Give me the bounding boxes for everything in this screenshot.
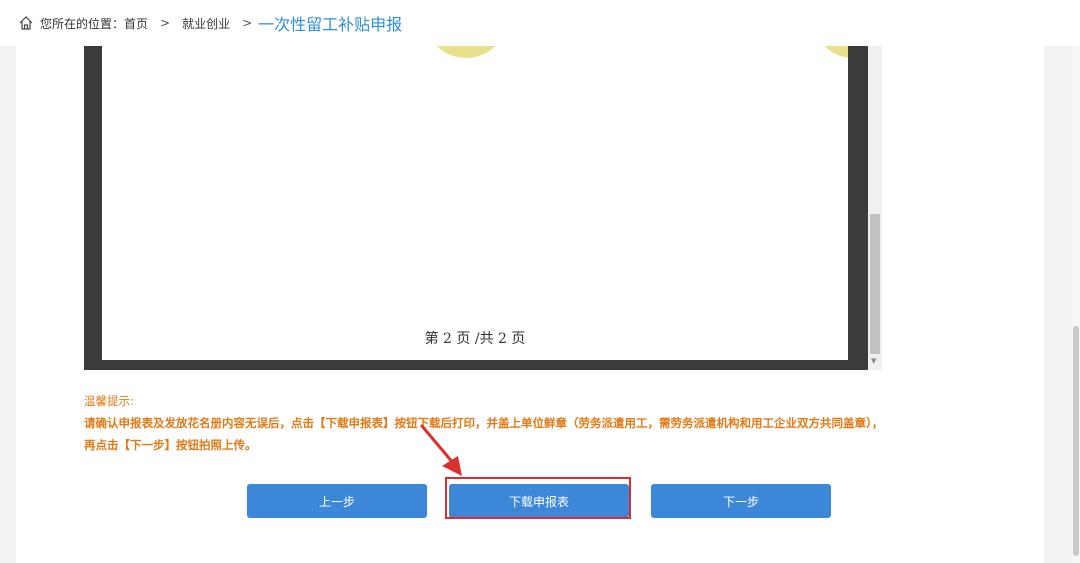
viewer-scrollbar-thumb[interactable] (870, 214, 880, 354)
prev-step-button[interactable]: 上一步 (247, 484, 427, 518)
pdf-page: SI 第 2 页 /共 2 页 (102, 46, 848, 360)
page-indicator: 第 2 页 /共 2 页 (424, 331, 526, 347)
page-scrollbar[interactable] (1072, 46, 1080, 563)
tips-line-2: 再点击【下一步】按钮拍照上传。 (84, 438, 257, 452)
breadcrumb-current: 一次性留工补贴申报 (258, 15, 403, 34)
tips-line-1: 请确认申报表及发放花名册内容无误后，点击【下载申报表】按钮下载后打印，并盖上单位… (84, 416, 884, 430)
page-scrollbar-thumb[interactable] (1073, 326, 1079, 556)
viewer-scrollbar[interactable]: ▼ (868, 46, 882, 370)
tips-title: 温馨提示: (84, 394, 134, 408)
watermark-seal-right (824, 46, 848, 58)
tips-box: 温馨提示: 请确认申报表及发放花名册内容无误后，点击【下载申报表】按钮下载后打印… (84, 390, 984, 456)
next-step-button[interactable]: 下一步 (651, 484, 831, 518)
breadcrumb-employment-link[interactable]: 就业创业 (182, 15, 230, 32)
breadcrumb-home-link[interactable]: 首页 (124, 15, 148, 32)
download-form-button[interactable]: 下载申报表 (449, 484, 629, 518)
pdf-viewer[interactable]: SI 第 2 页 /共 2 页 ▼ (84, 46, 882, 370)
home-icon[interactable] (18, 15, 34, 31)
page: 您所在的位置： 首页 > 就业创业 > 一次性留工补贴申报 SI 第 2 页 /… (0, 0, 1080, 563)
watermark-seal-left: SI (436, 46, 496, 58)
scroll-down-arrow-icon[interactable]: ▼ (871, 357, 876, 365)
breadcrumb-prefix: 您所在的位置： (40, 16, 125, 31)
breadcrumb-separator: > (160, 16, 171, 30)
breadcrumb: 您所在的位置： 首页 > 就业创业 > 一次性留工补贴申报 (0, 0, 1080, 46)
breadcrumb-separator: > (242, 16, 253, 30)
